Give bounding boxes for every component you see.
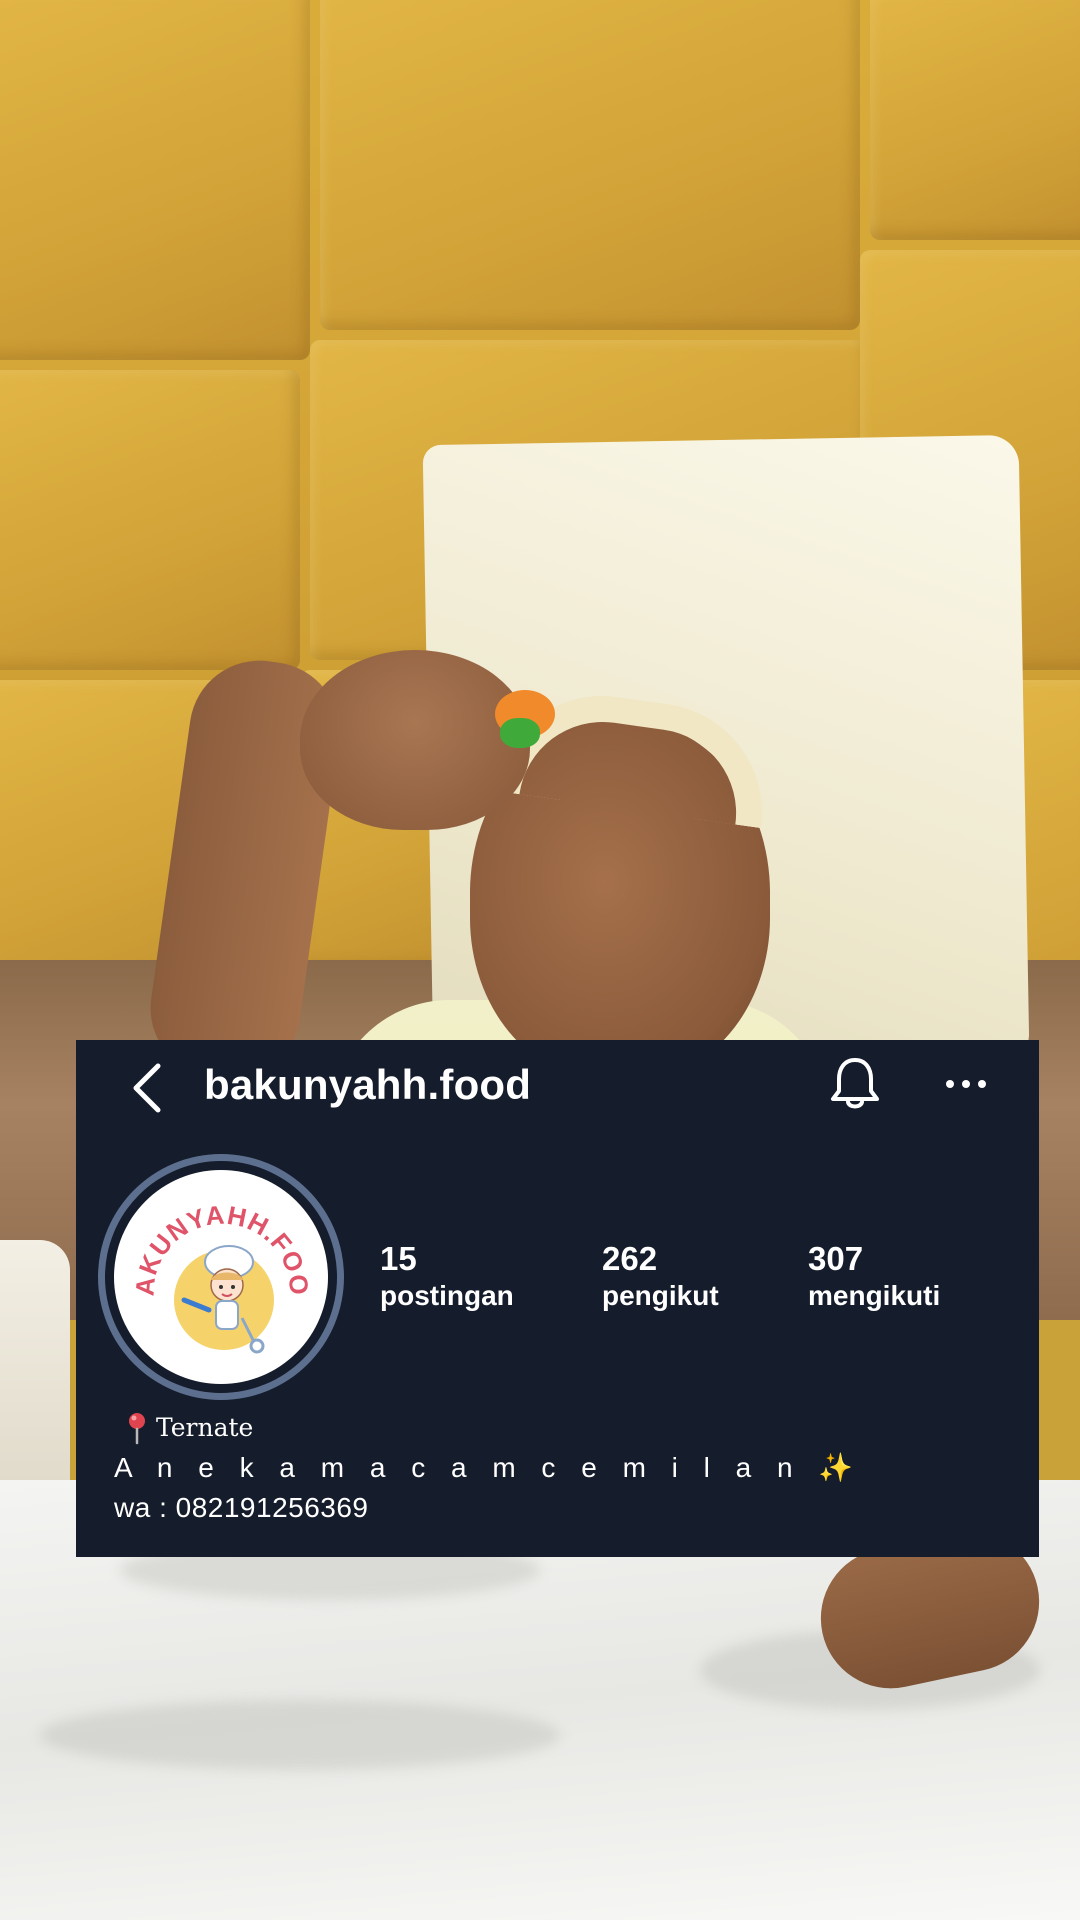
bell-icon — [831, 1058, 879, 1109]
stat-following-label: mengikuti — [808, 1280, 941, 1311]
person-hand — [300, 650, 530, 830]
background-photo — [0, 0, 1080, 1920]
stat-followers[interactable]: 262 pengikut — [602, 1240, 719, 1314]
avatar[interactable]: BAKUNYAHH.FOOD — [98, 1154, 344, 1400]
bio-location: Ternate — [114, 1410, 1014, 1446]
profile-header: bakunyahh.food — [76, 1040, 1039, 1130]
headboard-panel — [0, 0, 310, 360]
stat-following-count: 307 — [808, 1240, 864, 1277]
bakunyahh-logo: BAKUNYAHH.FOOD — [114, 1170, 314, 1354]
stat-posts-label: postingan — [380, 1280, 514, 1311]
headboard-panel — [0, 370, 300, 670]
avatar-gap: BAKUNYAHH.FOOD — [105, 1161, 337, 1393]
bio-description-text: A n e k a m a c a m c e m i l a n — [114, 1452, 802, 1483]
back-chevron-icon — [133, 1063, 161, 1113]
avatar-logo: BAKUNYAHH.FOOD — [114, 1170, 328, 1384]
green-candy — [500, 718, 540, 748]
stat-posts[interactable]: 15 postingan — [380, 1240, 514, 1314]
pin-icon — [129, 1413, 145, 1445]
more-horizontal-icon — [946, 1080, 986, 1088]
more-options-button[interactable] — [938, 1062, 994, 1106]
sheet-fold — [40, 1700, 560, 1770]
headboard-panel — [320, 0, 860, 330]
stat-following[interactable]: 307 mengikuti — [808, 1240, 940, 1314]
profile-card: bakunyahh.food AKUNYAHH.FOO 15 postingan… — [76, 1040, 1039, 1557]
bio-description: A n e k a m a c a m c e m i l a n ✨ — [114, 1448, 1014, 1488]
bio-location-text: Ternate — [156, 1413, 254, 1442]
profile-username: bakunyahh.food — [204, 1061, 532, 1108]
notifications-button[interactable] — [824, 1052, 886, 1116]
stat-posts-count: 15 — [380, 1240, 417, 1277]
profile-bio: Ternate A n e k a m a c a m c e m i l a … — [114, 1410, 1014, 1528]
stat-followers-count: 262 — [602, 1240, 658, 1277]
headboard-panel — [870, 0, 1080, 240]
back-button[interactable] — [122, 1060, 172, 1116]
bio-whatsapp: wa : 082191256369 — [114, 1492, 369, 1523]
sparkle-icon: ✨ — [818, 1452, 854, 1483]
stat-followers-label: pengikut — [602, 1280, 719, 1311]
